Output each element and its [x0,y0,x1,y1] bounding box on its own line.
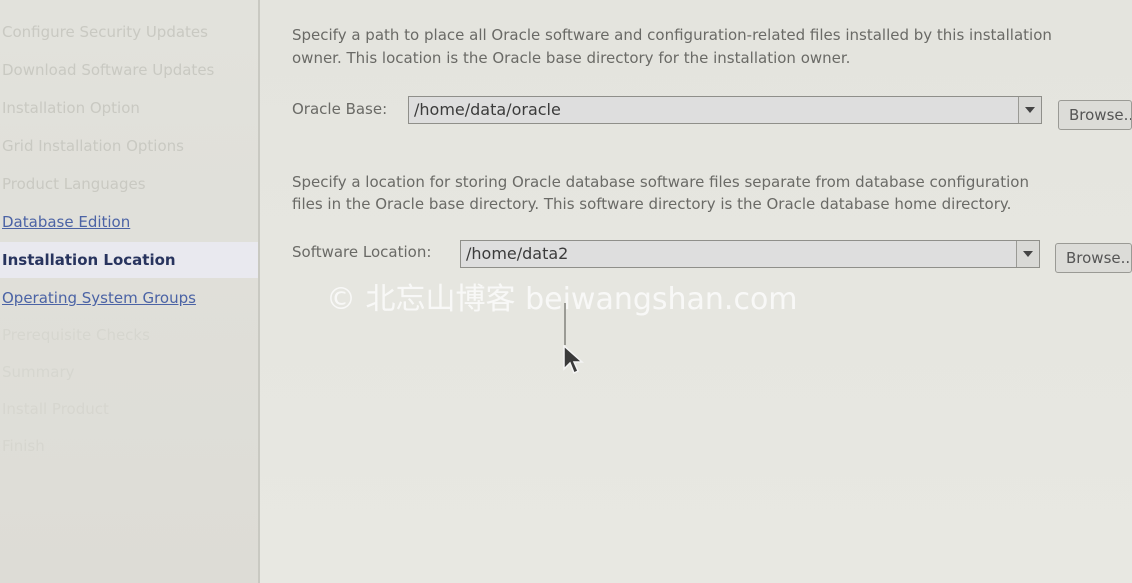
step-finish: Finish [2,437,45,455]
oracle-base-value: /home/data/oracle [414,100,561,119]
step-product-languages: Product Languages [2,175,146,193]
software-location-combobox[interactable]: /home/data2 [460,240,1040,268]
watermark-text: © 北忘山博客 beiwangshan.com [326,282,798,317]
chevron-down-icon[interactable] [1018,97,1041,123]
text-cursor-line [564,303,566,345]
step-download-software-updates: Download Software Updates [2,61,215,79]
chevron-down-icon[interactable] [1016,241,1039,267]
step-summary: Summary [2,363,75,381]
software-location-label: Software Location: [292,243,432,261]
oracle-base-description-line2: owner. This location is the Oracle base … [292,49,851,67]
software-location-description-line2: files in the Oracle base directory. This… [292,195,1012,213]
wizard-steps-sidebar: Configure Security Updates Download Soft… [0,0,260,583]
step-installation-location: Installation Location [0,242,258,278]
software-location-browse-button[interactable]: Browse... [1055,243,1132,273]
step-prerequisite-checks: Prerequisite Checks [2,326,150,344]
oracle-base-combobox[interactable]: /home/data/oracle [408,96,1042,124]
step-grid-installation-options: Grid Installation Options [2,137,184,155]
oracle-base-description-line1: Specify a path to place all Oracle softw… [292,26,1052,44]
step-configure-security-updates: Configure Security Updates [2,23,208,41]
step-installation-option: Installation Option [2,99,140,117]
software-location-value: /home/data2 [466,244,569,263]
oracle-base-label: Oracle Base: [292,100,388,118]
oracle-base-browse-button[interactable]: Browse... [1058,100,1132,130]
step-database-edition[interactable]: Database Edition [0,204,258,240]
software-location-description-line1: Specify a location for storing Oracle da… [292,173,1029,191]
step-install-product: Install Product [2,400,109,418]
step-operating-system-groups[interactable]: Operating System Groups [0,280,258,316]
mouse-pointer-icon [563,345,584,375]
